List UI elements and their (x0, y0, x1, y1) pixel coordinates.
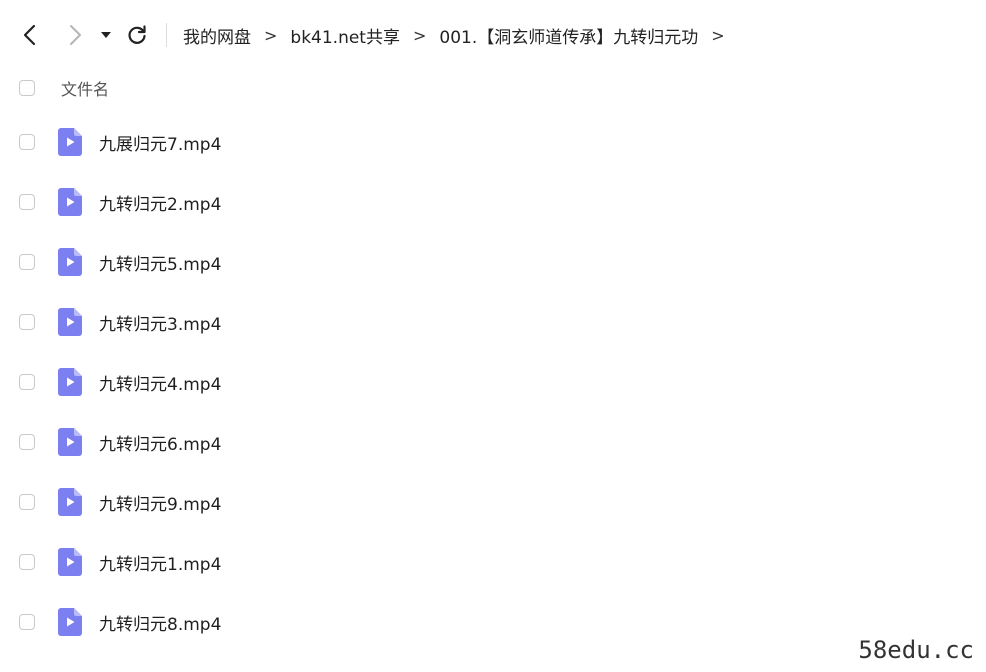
breadcrumb-separator: > (412, 25, 427, 45)
file-checkbox[interactable] (19, 554, 35, 570)
toolbar-divider (166, 23, 167, 47)
select-all-checkbox[interactable] (19, 80, 35, 96)
file-name[interactable]: 九转归元2.mp4 (99, 190, 221, 215)
refresh-button[interactable] (119, 17, 155, 53)
breadcrumb: 我的网盘 > bk41.net共享 > 001.【洞玄师道传承】九转归元功 > (183, 23, 738, 48)
video-file-icon (58, 128, 82, 156)
video-file-icon (58, 548, 82, 576)
video-file-icon (58, 488, 82, 516)
caret-down-icon (101, 32, 111, 38)
file-checkbox[interactable] (19, 134, 35, 150)
file-name[interactable]: 九展归元7.mp4 (99, 130, 221, 155)
breadcrumb-item-folder[interactable]: 001.【洞玄师道传承】九转归元功 (439, 23, 698, 48)
file-name[interactable]: 九转归元6.mp4 (99, 430, 221, 455)
file-row[interactable]: 九转归元2.mp4 (0, 172, 986, 232)
file-row[interactable]: 九转归元8.mp4 (0, 592, 986, 652)
video-file-icon (58, 248, 82, 276)
video-file-icon (58, 188, 82, 216)
video-file-icon (58, 608, 82, 636)
toolbar: 我的网盘 > bk41.net共享 > 001.【洞玄师道传承】九转归元功 > (0, 12, 986, 58)
breadcrumb-item-root[interactable]: 我的网盘 (183, 23, 251, 48)
file-row[interactable]: 九转归元1.mp4 (0, 532, 986, 592)
file-checkbox[interactable] (19, 194, 35, 210)
history-dropdown-button[interactable] (95, 17, 117, 53)
file-name[interactable]: 九转归元3.mp4 (99, 310, 221, 335)
video-file-icon (58, 308, 82, 336)
file-row[interactable]: 九展归元7.mp4 (0, 112, 986, 172)
file-row[interactable]: 九转归元4.mp4 (0, 352, 986, 412)
refresh-icon (128, 25, 146, 44)
column-header-filename[interactable]: 文件名 (61, 76, 109, 100)
breadcrumb-separator: > (264, 25, 278, 45)
breadcrumb-item-share[interactable]: bk41.net共享 (290, 23, 400, 48)
file-list: 九展归元7.mp4 九转归元2.mp4 九转归元5.mp4 九转归元3.mp4 (0, 112, 986, 652)
chevron-right-icon (70, 25, 81, 45)
file-name[interactable]: 九转归元5.mp4 (99, 250, 221, 275)
list-header: 文件名 (0, 68, 986, 108)
file-name[interactable]: 九转归元8.mp4 (99, 610, 221, 635)
file-name[interactable]: 九转归元4.mp4 (99, 370, 221, 395)
file-row[interactable]: 九转归元5.mp4 (0, 232, 986, 292)
file-checkbox[interactable] (19, 494, 35, 510)
forward-button[interactable] (57, 17, 93, 53)
back-button[interactable] (12, 17, 48, 53)
file-checkbox[interactable] (19, 434, 35, 450)
video-file-icon (58, 428, 82, 456)
breadcrumb-separator[interactable]: > (711, 26, 724, 45)
file-checkbox[interactable] (19, 254, 35, 270)
file-row[interactable]: 九转归元9.mp4 (0, 472, 986, 532)
file-row[interactable]: 九转归元6.mp4 (0, 412, 986, 472)
chevron-left-icon (23, 24, 36, 46)
file-checkbox[interactable] (19, 314, 35, 330)
file-row[interactable]: 九转归元3.mp4 (0, 292, 986, 352)
file-name[interactable]: 九转归元9.mp4 (99, 490, 221, 515)
watermark: 58edu.cc (858, 636, 974, 664)
file-checkbox[interactable] (19, 374, 35, 390)
file-name[interactable]: 九转归元1.mp4 (99, 550, 221, 575)
video-file-icon (58, 368, 82, 396)
file-checkbox[interactable] (19, 614, 35, 630)
